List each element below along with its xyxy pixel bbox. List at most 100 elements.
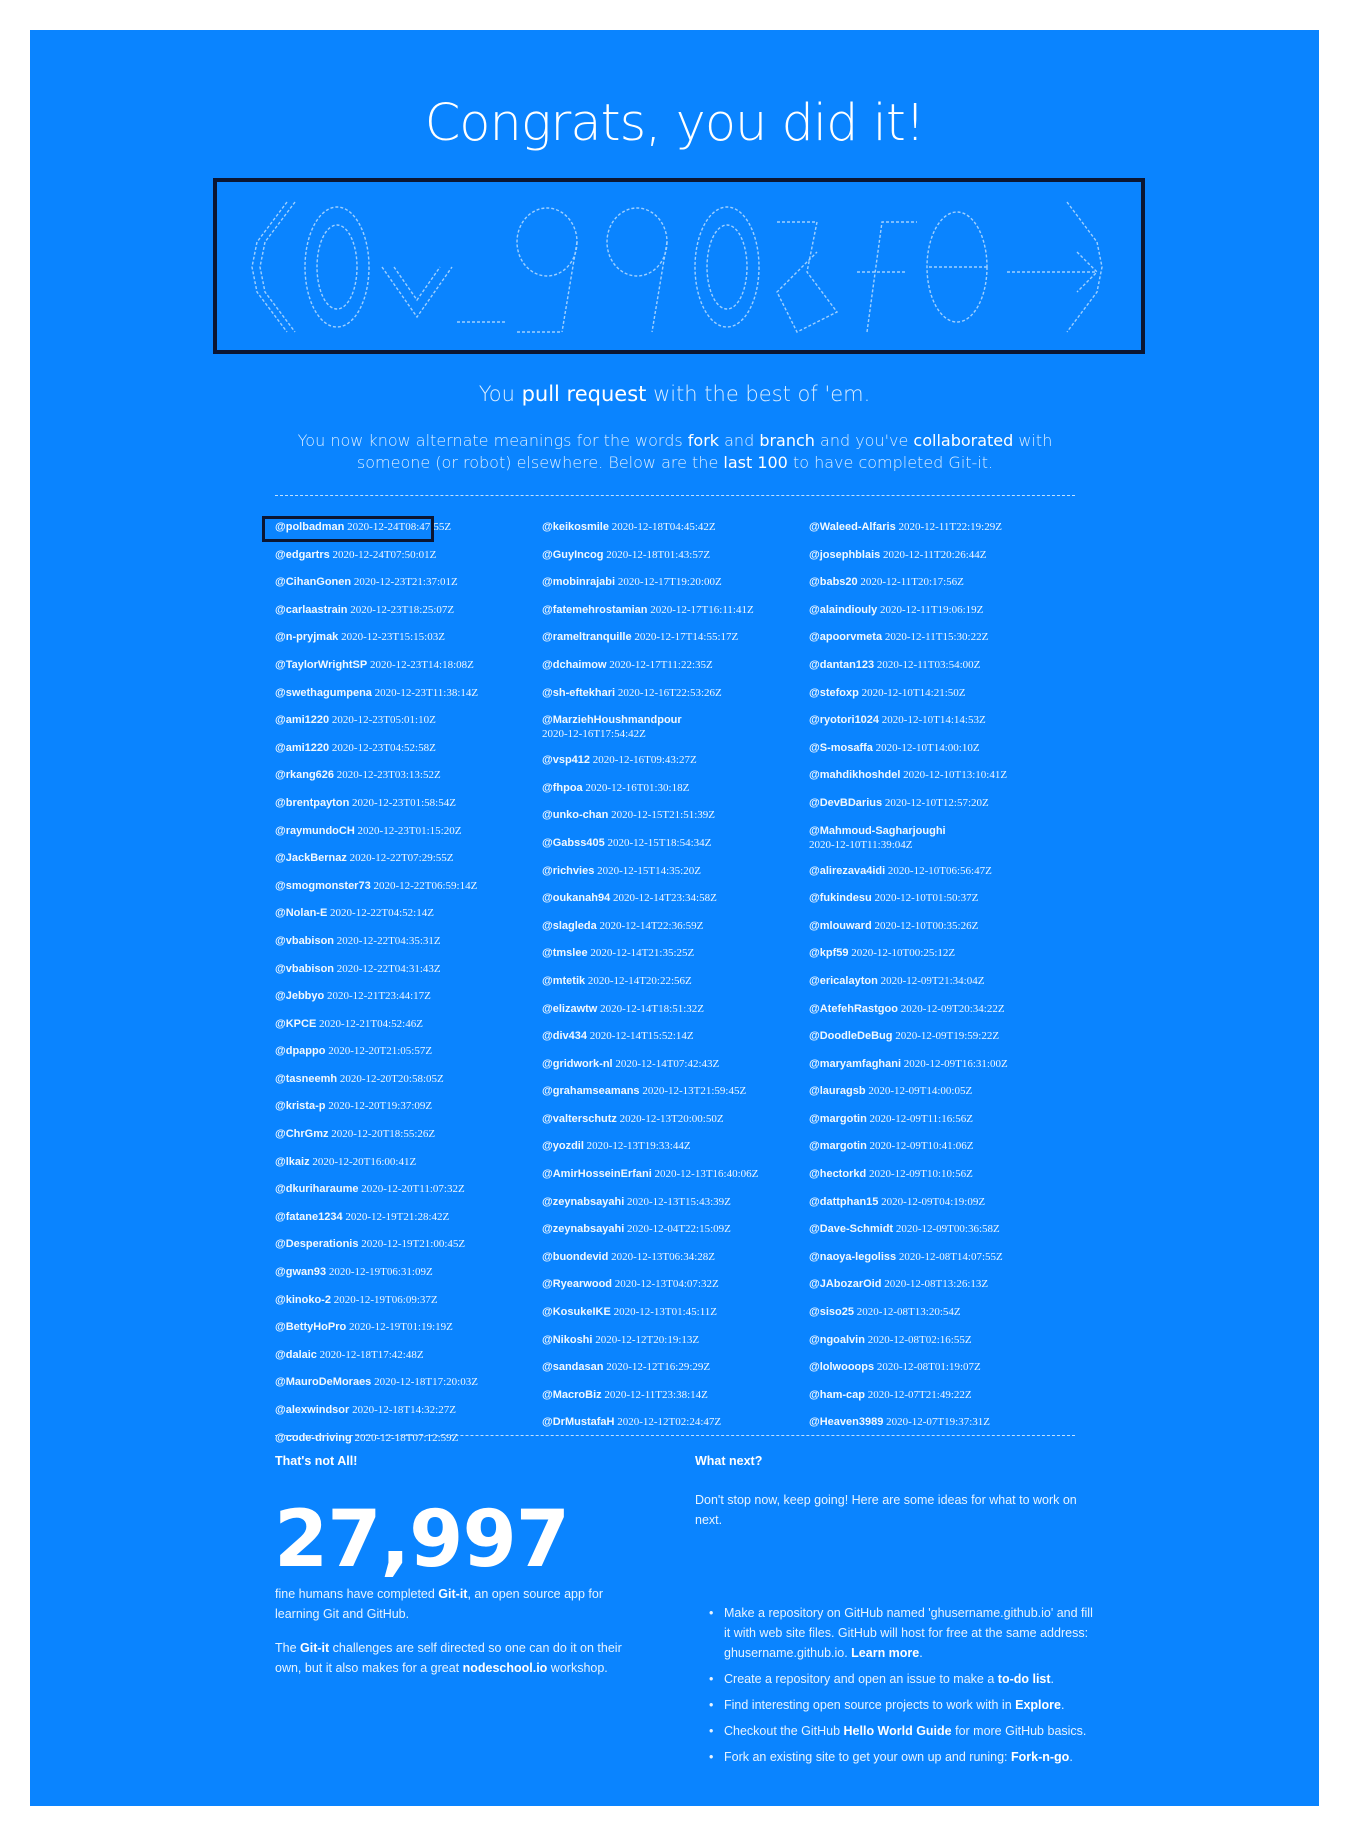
completer-username-link[interactable]: @raymundoCH xyxy=(275,825,355,837)
completer-username-link[interactable]: @dattphan15 xyxy=(809,1196,878,1208)
completer-username-link[interactable]: @valterschutz xyxy=(542,1113,617,1125)
completer-username-link[interactable]: @DrMustafaH xyxy=(542,1416,614,1428)
completer-username-link[interactable]: @dpappo xyxy=(275,1045,325,1057)
completer-username-link[interactable]: @krista-p xyxy=(275,1100,325,1112)
completer-username-link[interactable]: @gwan93 xyxy=(275,1266,326,1278)
completer-username-link[interactable]: @alirezava4idi xyxy=(809,865,885,877)
completer-username-link[interactable]: @lauragsb xyxy=(809,1085,866,1097)
completer-username-link[interactable]: @Gabss405 xyxy=(542,837,605,849)
completer-username-link[interactable]: @buondevid xyxy=(542,1251,608,1263)
completer-username-link[interactable]: @kpf59 xyxy=(809,947,848,959)
completer-username-link[interactable]: @AtefehRastgoo xyxy=(809,1003,898,1015)
completer-username-link[interactable]: @kinoko-2 xyxy=(275,1294,331,1306)
completer-username-link[interactable]: @ryotori1024 xyxy=(809,714,879,726)
next-idea-link[interactable]: Fork-n-go xyxy=(1011,1750,1069,1764)
completer-username-link[interactable]: @TaylorWrightSP xyxy=(275,659,367,671)
completer-username-link[interactable]: @Waleed-Alfaris xyxy=(809,521,896,533)
completer-username-link[interactable]: @fatane1234 xyxy=(275,1211,343,1223)
completer-username-link[interactable]: @tmslee xyxy=(542,947,588,959)
completer-username-link[interactable]: @ericalayton xyxy=(809,975,878,987)
completer-username-link[interactable]: @carlaastrain xyxy=(275,604,348,616)
completer-username-link[interactable]: @apoorvmeta xyxy=(809,631,882,643)
completer-username-link[interactable]: @DoodleDeBug xyxy=(809,1030,892,1042)
completer-username-link[interactable]: @zeynabsayahi xyxy=(542,1223,624,1235)
git-it-link-2[interactable]: Git-it xyxy=(300,1641,329,1655)
completer-username-link[interactable]: @siso25 xyxy=(809,1306,854,1318)
completer-username-link[interactable]: @lkaiz xyxy=(275,1156,310,1168)
completer-username-link[interactable]: @CihanGonen xyxy=(275,576,351,588)
git-it-link[interactable]: Git-it xyxy=(438,1587,467,1601)
completer-username-link[interactable]: @sh-eftekhari xyxy=(542,687,615,699)
completer-username-link[interactable]: @mobinrajabi xyxy=(542,576,615,588)
completer-username-link[interactable]: @lolwooops xyxy=(809,1361,874,1373)
completer-username-link[interactable]: @naoya-legoliss xyxy=(809,1251,896,1263)
completer-username-link[interactable]: @ngoalvin xyxy=(809,1334,865,1346)
completer-username-link[interactable]: @AmirHosseinErfani xyxy=(542,1168,652,1180)
completer-username-link[interactable]: @S-mosaffa xyxy=(809,742,873,754)
completer-username-link[interactable]: @Jebbyo xyxy=(275,990,324,1002)
completer-username-link[interactable]: @vbabison xyxy=(275,963,334,975)
completer-username-link[interactable]: @keikosmile xyxy=(542,521,609,533)
completer-username-link[interactable]: @MacroBiz xyxy=(542,1389,602,1401)
completer-username-link[interactable]: @margotin xyxy=(809,1140,867,1152)
completer-username-link[interactable]: @fhpoa xyxy=(542,782,583,794)
completer-username-link[interactable]: @grahamseamans xyxy=(542,1085,640,1097)
completer-username-link[interactable]: @hectorkd xyxy=(809,1168,866,1180)
completer-username-link[interactable]: @Mahmoud-Sagharjoughi xyxy=(809,825,946,837)
completer-username-link[interactable]: @JAbozarOid xyxy=(809,1278,881,1290)
completer-username-link[interactable]: @rkang626 xyxy=(275,769,334,781)
completer-username-link[interactable]: @BettyHoPro xyxy=(275,1321,346,1333)
completer-username-link[interactable]: @Heaven3989 xyxy=(809,1416,883,1428)
completer-username-link[interactable]: @unko-chan xyxy=(542,809,608,821)
completer-username-link[interactable]: @KosukeIKE xyxy=(542,1306,611,1318)
completer-username-link[interactable]: @MauroDeMoraes xyxy=(275,1376,371,1388)
completer-username-link[interactable]: @ham-cap xyxy=(809,1389,865,1401)
completer-username-link[interactable]: @MarziehHoushmandpour xyxy=(542,714,682,726)
completer-username-link[interactable]: @swethagumpena xyxy=(275,687,372,699)
completer-username-link[interactable]: @yozdil xyxy=(542,1140,584,1152)
completer-username-link[interactable]: @brentpayton xyxy=(275,797,349,809)
next-idea-link[interactable]: Hello World Guide xyxy=(844,1724,952,1738)
completer-username-link[interactable]: @div434 xyxy=(542,1030,587,1042)
completer-username-link[interactable]: @mahdikhoshdel xyxy=(809,769,900,781)
completer-username-link[interactable]: @margotin xyxy=(809,1113,867,1125)
completer-username-link[interactable]: @Desperationis xyxy=(275,1238,358,1250)
completer-username-link[interactable]: @ami1220 xyxy=(275,714,329,726)
completer-username-link[interactable]: @oukanah94 xyxy=(542,892,610,904)
completer-username-link[interactable]: @Nolan-E xyxy=(275,907,327,919)
completer-username-link[interactable]: @fatemehrostamian xyxy=(542,604,647,616)
nodeschool-link[interactable]: nodeschool.io xyxy=(463,1661,548,1675)
completer-username-link[interactable]: @elizawtw xyxy=(542,1003,597,1015)
completer-username-link[interactable]: @Dave-Schmidt xyxy=(809,1223,893,1235)
completer-username-link[interactable]: @vsp412 xyxy=(542,754,590,766)
completer-username-link[interactable]: @sandasan xyxy=(542,1361,603,1373)
next-idea-link[interactable]: Explore xyxy=(1015,1698,1061,1712)
completer-username-link[interactable]: @gridwork-nl xyxy=(542,1058,613,1070)
completer-username-link[interactable]: @code-driving xyxy=(275,1432,352,1444)
completer-username-link[interactable]: @ChrGmz xyxy=(275,1128,329,1140)
next-idea-link[interactable]: to-do list xyxy=(998,1672,1051,1686)
completer-username-link[interactable]: @mlouward xyxy=(809,920,872,932)
completer-username-link[interactable]: @Nikoshi xyxy=(542,1334,592,1346)
next-idea-link[interactable]: Learn more xyxy=(851,1646,919,1660)
completer-username-link[interactable]: @richvies xyxy=(542,865,594,877)
completer-username-link[interactable]: @josephblais xyxy=(809,549,880,561)
completer-username-link[interactable]: @fukindesu xyxy=(809,892,872,904)
completer-username-link[interactable]: @zeynabsayahi xyxy=(542,1196,624,1208)
completer-username-link[interactable]: @mtetik xyxy=(542,975,585,987)
completer-username-link[interactable]: @smogmonster73 xyxy=(275,880,371,892)
completer-username-link[interactable]: @Ryearwood xyxy=(542,1278,612,1290)
completer-username-link[interactable]: @n-pryjmak xyxy=(275,631,338,643)
completer-username-link[interactable]: @rameltranquille xyxy=(542,631,632,643)
completer-username-link[interactable]: @KPCE xyxy=(275,1018,316,1030)
completer-username-link[interactable]: @DevBDarius xyxy=(809,797,882,809)
completer-username-link[interactable]: @GuyIncog xyxy=(542,549,603,561)
completer-username-link[interactable]: @alexwindsor xyxy=(275,1404,349,1416)
completer-username-link[interactable]: @vbabison xyxy=(275,935,334,947)
completer-username-link[interactable]: @dchaimow xyxy=(542,659,607,671)
completer-username-link[interactable]: @dantan123 xyxy=(809,659,874,671)
completer-username-link[interactable]: @dkuriharaume xyxy=(275,1183,358,1195)
completer-username-link[interactable]: @edgartrs xyxy=(275,549,330,561)
completer-username-link[interactable]: @stefoxp xyxy=(809,687,859,699)
completer-username-link[interactable]: @ami1220 xyxy=(275,742,329,754)
